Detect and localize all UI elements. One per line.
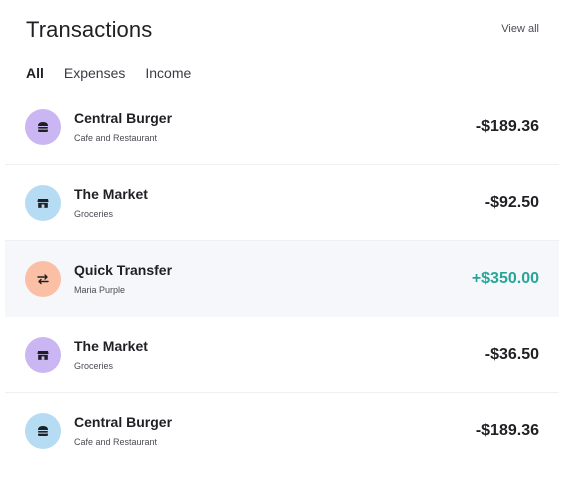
page-title: Transactions [26,17,153,42]
tab-expenses[interactable]: Expenses [64,65,125,81]
transaction-row[interactable]: The Market Groceries -$92.50 [5,165,559,241]
transaction-avatar [25,413,61,449]
transfer-icon [37,274,49,285]
transaction-row[interactable]: The Market Groceries -$36.50 [5,317,559,393]
transaction-category: Maria Purple [74,285,126,295]
transaction-category: Cafe and Restaurant [74,133,158,143]
transaction-name: Central Burger [74,110,173,126]
store-icon [37,199,49,208]
transaction-row[interactable]: Quick Transfer Maria Purple +$350.00 [5,241,559,317]
transactions-header: Transactions View all [26,17,539,47]
transaction-category: Groceries [74,361,114,371]
transaction-row[interactable]: Central Burger Cafe and Restaurant -$189… [5,89,559,165]
transaction-amount: +$350.00 [471,270,539,287]
transaction-amount: -$189.36 [475,422,539,439]
filter-tabs: All Expenses Income [26,65,191,81]
transaction-category: Groceries [74,209,114,219]
store-icon [37,351,49,360]
view-all-link[interactable]: View all [501,23,539,35]
transaction-category: Cafe and Restaurant [74,437,158,447]
transaction-amount: -$36.50 [484,346,539,363]
transaction-avatar [25,261,61,297]
transaction-list: Central Burger Cafe and Restaurant -$189… [5,89,559,469]
burger-icon [38,122,48,132]
transaction-avatar [25,109,61,145]
transaction-name: Central Burger [74,414,173,430]
transaction-amount: -$92.50 [484,194,539,211]
burger-icon [38,426,48,436]
transaction-name: The Market [74,186,148,202]
transaction-name: The Market [74,338,148,354]
transaction-name: Quick Transfer [74,262,173,278]
tab-income[interactable]: Income [145,65,191,81]
transaction-amount: -$189.36 [475,118,539,135]
transaction-avatar [25,185,61,221]
transaction-avatar [25,337,61,373]
transaction-row[interactable]: Central Burger Cafe and Restaurant -$189… [5,393,559,469]
tab-all[interactable]: All [26,65,44,81]
